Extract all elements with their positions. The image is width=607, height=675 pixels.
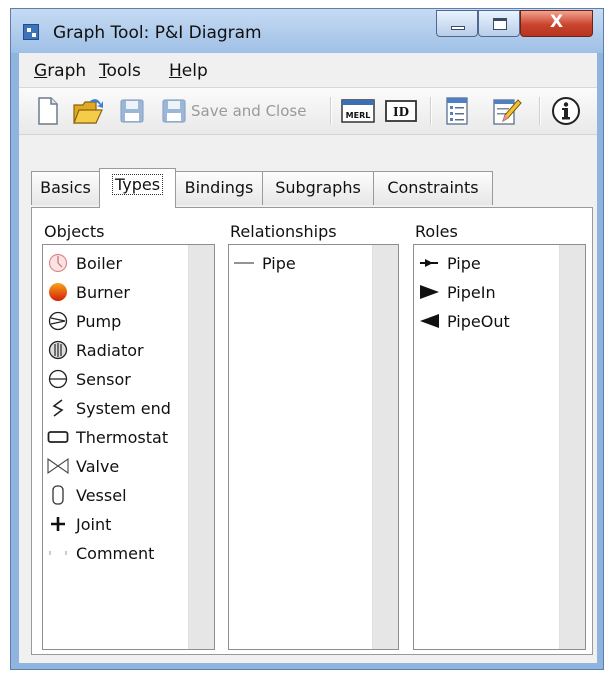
valve-icon: [47, 456, 69, 476]
close-button[interactable]: X: [520, 10, 593, 37]
list-item[interactable]: Pump: [47, 307, 121, 335]
toolbar-separator: [539, 97, 541, 125]
boiler-icon: [47, 253, 69, 273]
svg-text:MERL: MERL: [346, 111, 371, 120]
roles-label: Roles: [415, 222, 458, 241]
edit-pencil-icon: [493, 99, 522, 125]
open-button[interactable]: [72, 96, 104, 126]
roles-list[interactable]: Pipe PipeIn PipeOut: [413, 244, 586, 650]
close-icon: X: [549, 12, 564, 32]
maximize-button[interactable]: [478, 10, 520, 37]
toolbar: Save and Close MERL ID: [19, 88, 597, 135]
comment-icon: [47, 543, 69, 563]
pipe-out-arrow-icon: [418, 311, 440, 331]
merl-button[interactable]: MERL: [341, 96, 375, 126]
relationships-list[interactable]: Pipe: [228, 244, 399, 650]
save-close-disk-icon: [162, 99, 186, 123]
objects-list[interactable]: Boiler Burner Pump Radiator Sensor Syste…: [42, 244, 215, 650]
svg-text:ID: ID: [393, 105, 409, 119]
vessel-icon: [47, 485, 69, 505]
objects-scrollbar[interactable]: [188, 245, 214, 649]
list-item[interactable]: Boiler: [47, 249, 122, 277]
pump-icon: [47, 311, 69, 331]
tab-basics[interactable]: Basics: [31, 171, 100, 205]
window-title: Graph Tool: P&I Diagram: [53, 23, 262, 43]
relationships-label: Relationships: [230, 222, 337, 241]
tab-types[interactable]: Types: [99, 168, 176, 208]
joint-icon: [47, 514, 69, 534]
app-icon: [23, 24, 39, 40]
list-item[interactable]: Sensor: [47, 365, 131, 393]
tab-bindings[interactable]: Bindings: [175, 171, 263, 205]
menu-bar: Graph Tools Help: [19, 53, 597, 88]
system-end-icon: [47, 398, 69, 418]
relationships-scrollbar[interactable]: [372, 245, 398, 649]
new-button[interactable]: [37, 96, 59, 126]
menu-tools[interactable]: Tools: [99, 61, 141, 81]
merl-icon: MERL: [341, 99, 375, 123]
save-button[interactable]: [119, 96, 145, 126]
save-disk-icon: [120, 99, 144, 123]
list-item[interactable]: Radiator: [47, 336, 144, 364]
title-bar[interactable]: Graph Tool: P&I Diagram X: [11, 9, 603, 53]
properties-button[interactable]: [444, 96, 470, 126]
line-icon: [233, 253, 255, 273]
minimize-button[interactable]: [436, 10, 478, 37]
tab-strip: Basics Types Bindings Subgraphs Constrai…: [31, 168, 591, 208]
list-item[interactable]: PipeIn: [418, 278, 496, 306]
app-window: Graph Tool: P&I Diagram X Graph Tools He…: [10, 8, 604, 670]
info-button[interactable]: [551, 96, 581, 126]
open-folder-icon: [73, 99, 103, 124]
tab-subgraphs[interactable]: Subgraphs: [262, 171, 374, 205]
pipe-role-icon: [418, 253, 440, 273]
save-and-close-button[interactable]: Save and Close: [161, 96, 306, 126]
id-button[interactable]: ID: [384, 96, 418, 126]
burner-icon: [47, 282, 69, 302]
info-icon: [552, 97, 580, 125]
toolbar-separator: [430, 97, 432, 125]
client-area: Graph Tools Help Save and Close MERL ID …: [19, 53, 597, 663]
new-file-icon: [38, 97, 58, 125]
list-item[interactable]: PipeOut: [418, 307, 510, 335]
menu-graph[interactable]: Graph: [34, 61, 86, 81]
radiator-icon: [47, 340, 69, 360]
tab-constraints[interactable]: Constraints: [373, 171, 493, 205]
objects-label: Objects: [44, 222, 105, 241]
maximize-icon: [493, 18, 507, 30]
list-item[interactable]: Joint: [47, 510, 111, 538]
id-icon: ID: [385, 100, 417, 122]
list-item[interactable]: Valve: [47, 452, 119, 480]
list-item[interactable]: Pipe: [418, 249, 481, 277]
list-item[interactable]: Pipe: [233, 249, 296, 277]
pipe-in-arrow-icon: [418, 282, 440, 302]
thermostat-icon: [47, 427, 69, 447]
minimize-icon: [451, 26, 465, 30]
types-panel: Objects Relationships Roles Boiler Burne…: [31, 207, 593, 655]
list-item[interactable]: Comment: [47, 539, 154, 567]
list-item[interactable]: System end: [47, 394, 171, 422]
list-item[interactable]: Burner: [47, 278, 130, 306]
list-item[interactable]: Thermostat: [47, 423, 168, 451]
save-and-close-label: Save and Close: [191, 102, 307, 120]
menu-help[interactable]: Help: [169, 61, 208, 81]
list-item[interactable]: Vessel: [47, 481, 127, 509]
toolbar-separator: [330, 97, 332, 125]
roles-scrollbar[interactable]: [559, 245, 585, 649]
edit-button[interactable]: [491, 96, 523, 126]
document-list-icon: [446, 97, 468, 125]
sensor-icon: [47, 369, 69, 389]
